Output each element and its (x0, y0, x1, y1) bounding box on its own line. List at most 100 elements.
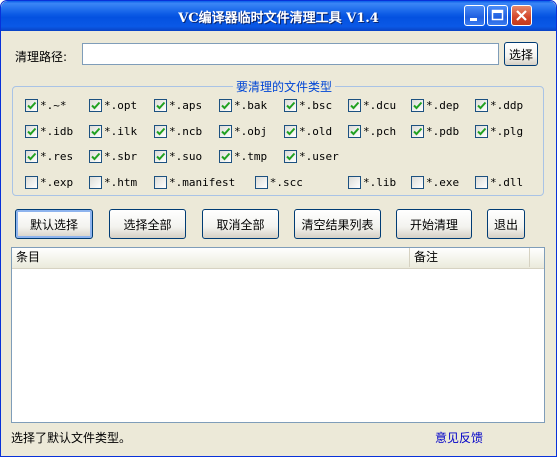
filetype-checkbox[interactable]: *.exp (25, 174, 73, 190)
checkbox-checked-icon[interactable] (219, 98, 232, 112)
default-select-button[interactable]: 默认选择 (15, 209, 93, 239)
filetype-checkbox[interactable]: *.bsc (284, 97, 332, 113)
checkbox-checked-icon[interactable] (89, 149, 102, 163)
filetype-checkbox[interactable]: *.bak (219, 97, 267, 113)
maximize-button[interactable] (487, 5, 508, 26)
checkbox-checked-icon[interactable] (154, 98, 167, 112)
filetype-checkbox[interactable]: *.pch (348, 123, 396, 139)
checkbox-checked-icon[interactable] (219, 124, 232, 138)
select-all-button[interactable]: 选择全部 (109, 209, 186, 239)
title-bar[interactable]: VC编译器临时文件清理工具 V1.4 (1, 1, 556, 31)
checkbox-checked-icon[interactable] (411, 98, 424, 112)
minimize-icon (470, 18, 477, 21)
filetype-label: *.~* (40, 98, 67, 112)
close-icon (516, 10, 527, 21)
filetype-label: *.dll (490, 175, 524, 189)
filetype-label: *.dep (426, 98, 460, 112)
checkbox-unchecked-icon[interactable] (89, 175, 102, 189)
filetype-checkbox[interactable]: *.user (284, 148, 339, 164)
filetype-label: *.tmp (234, 149, 268, 163)
filetype-checkbox[interactable]: *.manifest (154, 174, 235, 190)
checkbox-checked-icon[interactable] (284, 98, 297, 112)
filetype-label: *.aps (169, 98, 203, 112)
filetype-label: *.idb (40, 124, 74, 138)
clear-list-button[interactable]: 清空结果列表 (294, 209, 381, 239)
checkbox-checked-icon[interactable] (348, 98, 361, 112)
filetype-checkbox[interactable]: *.~* (25, 97, 67, 113)
filetype-label: *.ncb (169, 124, 203, 138)
checkbox-checked-icon[interactable] (89, 98, 102, 112)
filetype-label: *.htm (104, 175, 138, 189)
filetype-checkbox[interactable]: *.ddp (475, 97, 523, 113)
checkbox-unchecked-icon[interactable] (154, 175, 167, 189)
column-header-item[interactable]: 条目 (12, 248, 410, 267)
column-header-note[interactable]: 备注 (410, 248, 530, 267)
filetype-checkbox[interactable]: *.exe (411, 174, 459, 190)
feedback-link[interactable]: 意见反馈 (435, 429, 483, 446)
filetype-label: *.dcu (363, 98, 397, 112)
exit-button[interactable]: 退出 (487, 209, 525, 239)
filetype-checkbox[interactable]: *.dll (475, 174, 523, 190)
minimize-button[interactable] (464, 5, 485, 26)
deselect-all-button[interactable]: 取消全部 (202, 209, 279, 239)
filetype-checkbox[interactable]: *.scc (254, 174, 303, 190)
filetype-label: *.opt (104, 98, 138, 112)
checkbox-unchecked-icon[interactable] (411, 175, 424, 189)
checkbox-checked-icon[interactable] (89, 124, 102, 138)
filetype-checkbox[interactable]: *.dep (411, 97, 459, 113)
checkbox-unchecked-icon[interactable] (25, 175, 38, 189)
checkbox-checked-icon[interactable] (219, 149, 232, 163)
filetype-label: *.exe (426, 175, 460, 189)
filetype-checkbox[interactable]: *.suo (154, 148, 202, 164)
filetype-checkbox[interactable]: *.pdb (411, 123, 459, 139)
filetype-label: *.bak (234, 98, 268, 112)
checkbox-checked-icon[interactable] (154, 149, 167, 163)
filetype-checkbox[interactable]: *.opt (89, 97, 137, 113)
filetype-checkbox[interactable]: *.aps (154, 97, 202, 113)
filetype-checkbox[interactable]: *.old (284, 123, 332, 139)
start-clean-button[interactable]: 开始清理 (396, 209, 472, 239)
filetype-checkbox[interactable]: *.plg (475, 123, 523, 139)
filetype-checkbox[interactable]: *.res (25, 148, 73, 164)
results-list[interactable]: 条目 备注 (11, 247, 545, 423)
filetype-label: *.scc (269, 175, 303, 189)
checkbox-checked-icon[interactable] (25, 124, 38, 138)
browse-button[interactable]: 选择 (504, 42, 538, 66)
filetype-label: *.pch (363, 124, 397, 138)
checkbox-checked-icon[interactable] (154, 124, 167, 138)
filetype-label: *.ilk (104, 124, 138, 138)
checkbox-checked-icon[interactable] (475, 98, 488, 112)
path-input[interactable] (82, 43, 499, 65)
checkbox-unchecked-icon[interactable] (348, 175, 361, 189)
checkbox-checked-icon[interactable] (284, 124, 297, 138)
checkbox-checked-icon[interactable] (348, 124, 361, 138)
filetype-label: *.user (299, 149, 339, 163)
filetype-checkbox[interactable]: *.ncb (154, 123, 202, 139)
filetype-label: *.ddp (490, 98, 524, 112)
filetype-label: *.suo (169, 149, 203, 163)
close-button[interactable] (511, 5, 532, 26)
filetype-checkbox[interactable]: *.obj (219, 123, 267, 139)
filetype-group-title: 要清理的文件类型 (233, 78, 336, 95)
checkbox-checked-icon[interactable] (284, 149, 297, 163)
maximize-icon (491, 9, 504, 21)
filetype-label: *.res (40, 149, 74, 163)
filetype-checkbox[interactable]: *.ilk (89, 123, 137, 139)
filetype-checkbox[interactable]: *.lib (348, 174, 396, 190)
filetype-checkbox[interactable]: *.sbr (89, 148, 137, 164)
path-label: 清理路径: (15, 50, 68, 64)
checkbox-checked-icon[interactable] (25, 98, 38, 112)
filetype-checkbox[interactable]: *.htm (89, 174, 137, 190)
checkbox-unchecked-icon[interactable] (254, 175, 268, 189)
checkbox-unchecked-icon[interactable] (475, 175, 488, 189)
checkbox-checked-icon[interactable] (475, 124, 488, 138)
results-header: 条目 备注 (12, 248, 544, 269)
checkbox-checked-icon[interactable] (25, 149, 38, 163)
checkbox-checked-icon[interactable] (411, 124, 424, 138)
filetype-checkbox[interactable]: *.dcu (348, 97, 396, 113)
filetype-label: *.plg (490, 124, 524, 138)
status-text: 选择了默认文件类型。 (11, 431, 132, 445)
filetype-label: *.old (299, 124, 333, 138)
filetype-checkbox[interactable]: *.idb (25, 123, 73, 139)
filetype-checkbox[interactable]: *.tmp (219, 148, 267, 164)
